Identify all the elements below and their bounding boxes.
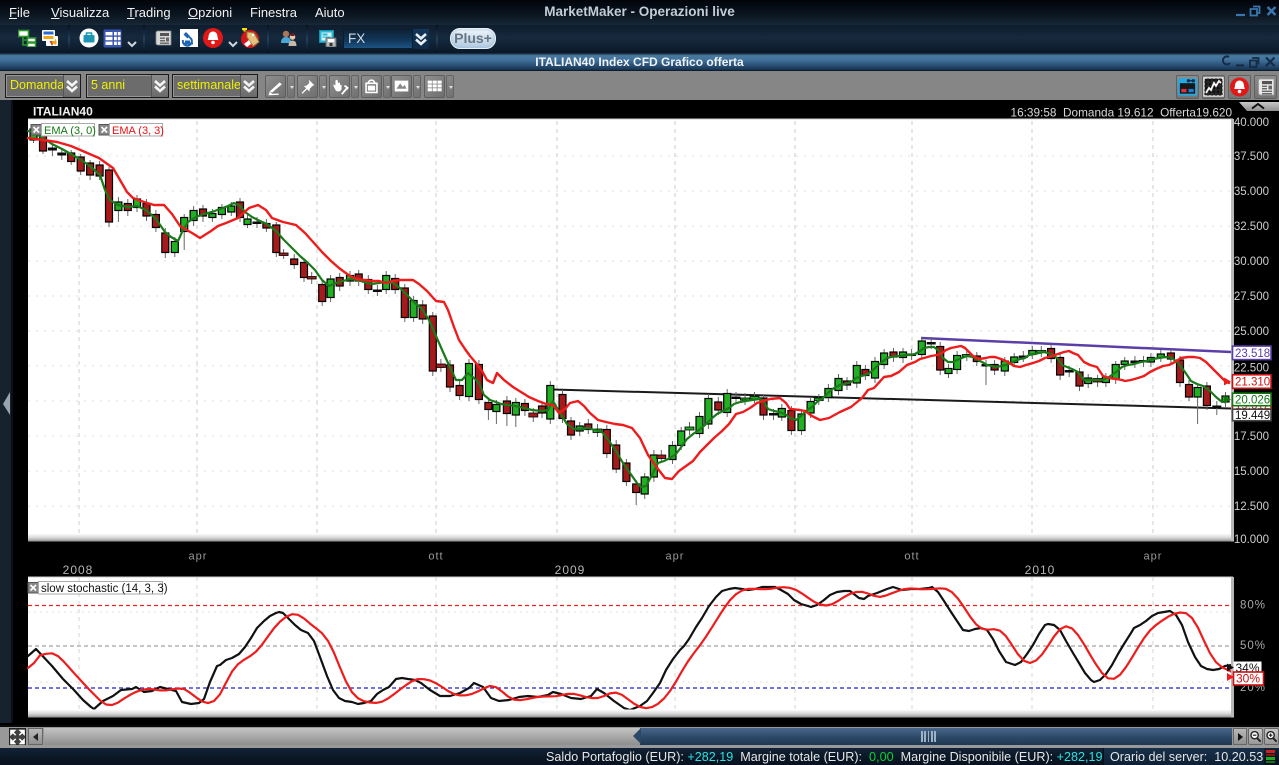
svg-text:apr: apr xyxy=(189,551,208,563)
svg-text:EMA (3, 3): EMA (3, 3) xyxy=(112,125,164,137)
svg-text:ott: ott xyxy=(428,551,443,563)
svg-text:EMA (3, 0): EMA (3, 0) xyxy=(44,125,96,137)
svg-text:10.000: 10.000 xyxy=(1234,534,1269,546)
svg-text:ott: ott xyxy=(904,551,919,563)
svg-text:19.449: 19.449 xyxy=(1235,410,1270,422)
svg-text:23.518: 23.518 xyxy=(1235,348,1270,360)
svg-text:2009: 2009 xyxy=(555,563,586,577)
svg-text:apr: apr xyxy=(666,551,685,563)
svg-text:17.500: 17.500 xyxy=(1234,431,1269,443)
svg-text:35.000: 35.000 xyxy=(1234,186,1269,198)
svg-text:16:39:58 Domanda 19.612 Offe: 16:39:58 Domanda 19.612 Offerta19.620 xyxy=(1011,106,1233,120)
svg-text:25.000: 25.000 xyxy=(1234,326,1269,338)
svg-text:37.500: 37.500 xyxy=(1234,151,1269,163)
svg-text:80%: 80% xyxy=(1240,600,1266,612)
svg-text:12.500: 12.500 xyxy=(1234,501,1269,513)
svg-text:2008: 2008 xyxy=(63,563,94,577)
svg-text:30.000: 30.000 xyxy=(1234,256,1269,268)
svg-text:15.000: 15.000 xyxy=(1234,466,1269,478)
svg-text:slow stochastic (14, 3, 3): slow stochastic (14, 3, 3) xyxy=(41,583,168,595)
svg-text:apr: apr xyxy=(1144,551,1163,563)
svg-text:32.500: 32.500 xyxy=(1234,221,1269,233)
svg-text:2010: 2010 xyxy=(1025,563,1056,577)
svg-text:20.026: 20.026 xyxy=(1235,395,1270,407)
svg-text:21.310: 21.310 xyxy=(1235,377,1270,389)
svg-text:30%: 30% xyxy=(1236,671,1260,685)
svg-text:27.500: 27.500 xyxy=(1234,291,1269,303)
svg-text:ITALIAN40: ITALIAN40 xyxy=(33,105,93,119)
svg-text:22.500: 22.500 xyxy=(1234,363,1269,375)
svg-text:40.000: 40.000 xyxy=(1234,117,1269,129)
svg-text:50%: 50% xyxy=(1240,640,1266,652)
